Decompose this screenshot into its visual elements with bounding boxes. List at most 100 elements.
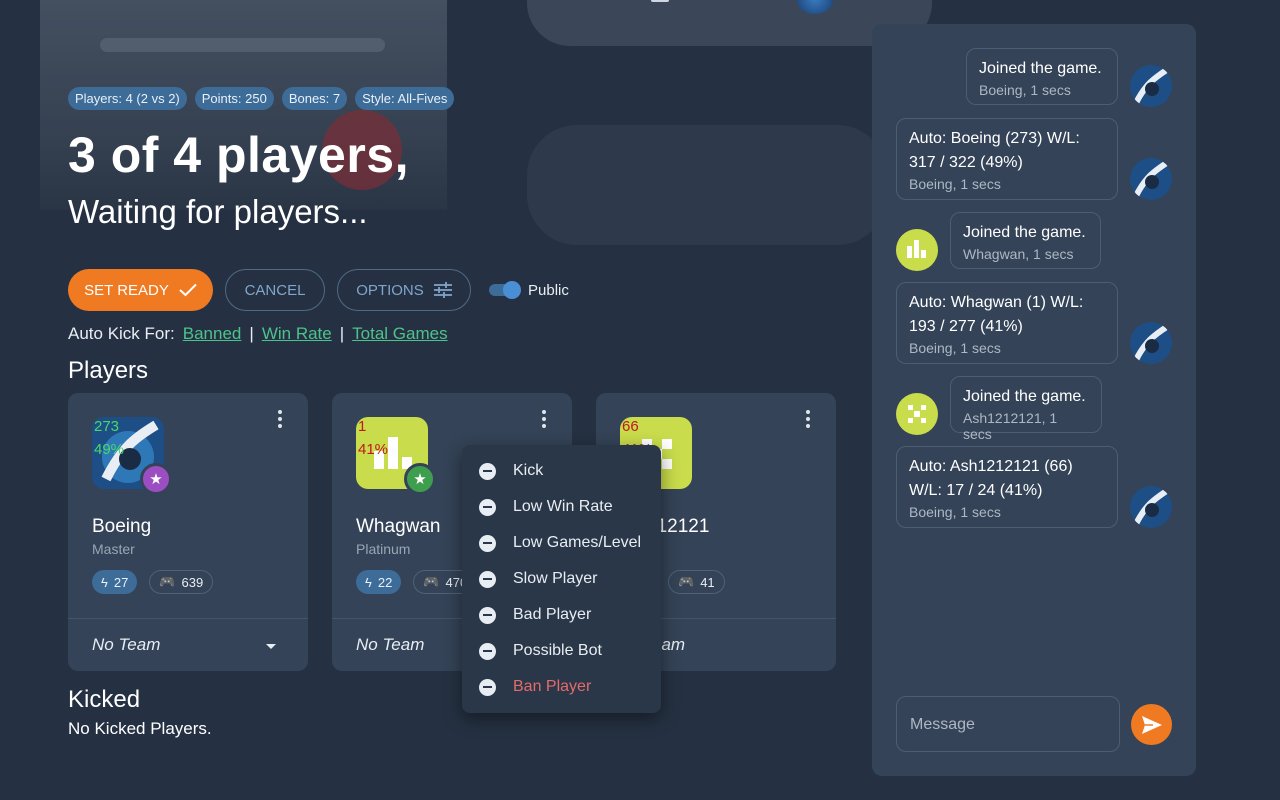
chat-message-text: Auto: Ash1212121 (66) W/L: 17 / 24 (41%) [909,458,1073,499]
tag-bones: Bones: 7 [281,87,348,110]
options-button[interactable]: OPTIONS [337,269,471,311]
games-value: 41 [700,574,715,590]
chat-message-meta: Boeing, 1 secs [909,504,1001,520]
avatar [1130,322,1172,364]
separator: | [339,324,345,343]
star-icon: ★ [404,463,436,495]
auto-kick-total-games-link[interactable]: Total Games [352,324,447,344]
lobby-actions: SET READY CANCEL OPTIONS Public [68,269,569,311]
team-select[interactable]: No Team [92,635,160,655]
toggle-switch[interactable] [489,281,521,299]
chat-message-meta: Boeing, 1 secs [909,176,1001,192]
games-value: 639 [181,574,204,590]
public-toggle[interactable]: Public [489,281,569,299]
chat-message-text: Joined the game. [979,60,1102,77]
public-label: Public [528,281,569,299]
minus-circle-icon [479,498,496,516]
avatar-number: 273 [94,418,120,435]
cancel-button[interactable]: CANCEL [225,269,325,311]
player-stats: ϟ 22 🎮 470 [356,570,478,594]
minus-circle-icon [479,678,496,696]
menu-item-label: Low Games/Level [513,534,642,551]
auto-kick-row: Auto Kick For: Banned | Win Rate | Total… [68,324,448,344]
kicked-heading: Kicked [68,686,141,713]
checkmark-icon [179,283,197,297]
chat-message-text: Joined the game. [963,224,1086,241]
player-context-menu: Kick Low Win Rate Low Games/Level Slow P… [462,445,661,713]
minus-circle-icon [479,606,496,624]
cancel-label: CANCEL [244,281,306,299]
player-tier: Master [92,541,135,557]
page-title: 3 of 4 players, [68,127,409,183]
chat-message-text: Auto: Whagwan (1) W/L: 193 / 277 (41%) [909,294,1084,335]
menu-item-label: Ban Player [513,678,592,695]
avatar [896,393,938,435]
avatar-number: 66 [622,418,639,435]
separator: | [249,324,254,343]
games-chip: 🎮 639 [149,570,214,594]
menu-item-bad-player[interactable]: Bad Player [462,597,661,633]
lobby-main: Players: 4 (2 vs 2) Points: 250 Bones: 7… [0,0,860,800]
chat-panel: Joined the game. Boeing, 1 secs Auto: Bo… [872,24,1196,776]
minus-circle-icon [479,462,496,480]
set-ready-label: SET READY [84,281,169,299]
avatar [1130,158,1172,200]
player-stats: ϟ 27 🎮 639 [92,570,214,594]
menu-item-slow-player[interactable]: Slow Player [462,561,661,597]
chat-message: Joined the game. Whagwan, 1 secs [950,212,1101,269]
game-settings-tags: Players: 4 (2 vs 2) Points: 250 Bones: 7… [68,87,455,110]
lightning-icon: ϟ [365,574,372,590]
divider [68,618,308,619]
chat-message-meta: Whagwan, 1 secs [963,246,1074,262]
menu-item-label: Bad Player [513,606,592,623]
kicked-empty-text: No Kicked Players. [68,719,212,738]
menu-item-low-games-level[interactable]: Low Games/Level [462,525,661,561]
level-chip: ϟ 22 [356,570,402,594]
player-name: Whagwan [356,516,441,537]
avatar [1130,65,1172,107]
auto-kick-win-rate-link[interactable]: Win Rate [262,324,332,344]
send-button[interactable] [1131,704,1172,745]
level-chip: ϟ 27 [92,570,138,594]
menu-item-low-win-rate[interactable]: Low Win Rate [462,489,661,525]
chat-message: Auto: Ash1212121 (66) W/L: 17 / 24 (41%)… [896,446,1118,528]
message-input[interactable]: Message [896,696,1120,752]
chevron-down-icon[interactable] [266,644,276,649]
gamepad-icon: 🎮 [159,574,176,589]
menu-item-ban-player[interactable]: Ban Player [462,669,661,705]
options-label: OPTIONS [356,281,424,299]
avatar-percent: 41% [358,441,389,458]
tag-style: Style: All-Fives [355,87,455,110]
avatar-percent: 49% [94,441,125,458]
more-options-icon[interactable] [542,410,546,431]
menu-item-label: Possible Bot [513,642,602,659]
menu-item-kick[interactable]: Kick [462,453,661,489]
tag-points: Points: 250 [194,87,274,110]
player-tier: Platinum [356,541,411,557]
level-value: 22 [377,574,393,590]
chat-message-text: Joined the game. [963,388,1086,405]
set-ready-button[interactable]: SET READY [68,269,213,311]
minus-circle-icon [479,642,496,660]
page-subtitle: Waiting for players... [68,193,368,230]
chat-message: Auto: Boeing (273) W/L: 317 / 322 (49%) … [896,118,1118,200]
chat-message-meta: Ash1212121, 1 secs [963,410,1058,442]
chat-message-meta: Boeing, 1 secs [909,340,1001,356]
level-value: 27 [113,574,129,590]
tag-players: Players: 4 (2 vs 2) [68,87,187,110]
more-options-icon[interactable] [278,410,282,431]
minus-circle-icon [479,570,496,588]
auto-kick-banned-link[interactable]: Banned [183,324,242,344]
menu-item-possible-bot[interactable]: Possible Bot [462,633,661,669]
gamepad-icon: 🎮 [423,574,440,589]
chat-message: Joined the game. Ash1212121, 1 secs [950,376,1102,442]
player-card: 273 49% ★ Boeing Master ϟ 27 🎮 639 No Te… [68,393,308,671]
games-chip: 🎮 41 [668,570,725,594]
chat-message-text: Auto: Boeing (273) W/L: 317 / 322 (49%) [909,130,1080,171]
auto-kick-label: Auto Kick For: [68,324,175,343]
send-icon [1141,715,1162,734]
avatar [896,229,938,271]
menu-item-label: Low Win Rate [513,498,613,515]
team-select[interactable]: No Team [356,635,424,655]
more-options-icon[interactable] [806,410,810,431]
